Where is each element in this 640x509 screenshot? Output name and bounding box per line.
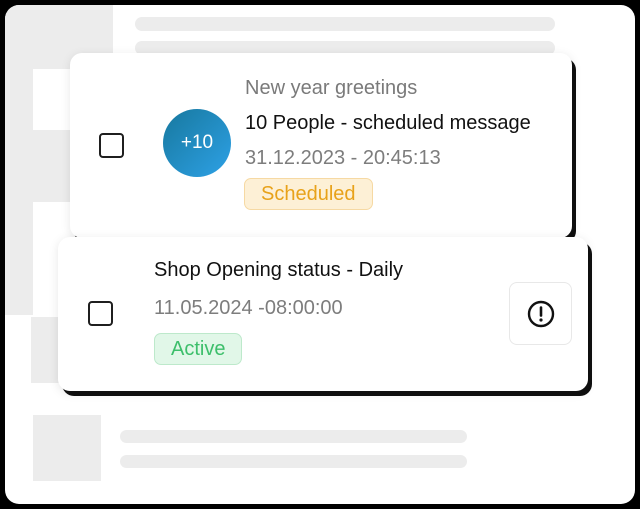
alert-circle-icon [526, 299, 556, 329]
select-checkbox[interactable] [99, 133, 124, 158]
alert-button[interactable] [509, 282, 572, 345]
placeholder-sidebar [5, 5, 33, 315]
placeholder-line [135, 17, 555, 31]
message-card-active[interactable]: Shop Opening status - Daily 11.05.2024 -… [58, 237, 588, 391]
placeholder-line [120, 430, 467, 443]
message-title: Shop Opening status - Daily [154, 259, 404, 281]
placeholder-block [33, 415, 101, 481]
message-card-scheduled[interactable]: +10 New year greetings 10 People - sched… [70, 53, 572, 238]
status-badge: Active [154, 333, 243, 365]
message-date: 31.12.2023 - 20:45:13 [245, 147, 441, 169]
recipients-count: +10 [180, 132, 214, 153]
message-title: 10 People - scheduled message [245, 112, 531, 134]
placeholder-line [120, 455, 467, 468]
select-checkbox[interactable] [88, 301, 113, 326]
recipients-avatar: +10 [163, 109, 231, 177]
message-date: 11.05.2024 -08:00:00 [154, 297, 343, 319]
message-subject: New year greetings [245, 77, 418, 99]
status-badge: Scheduled [244, 178, 373, 210]
